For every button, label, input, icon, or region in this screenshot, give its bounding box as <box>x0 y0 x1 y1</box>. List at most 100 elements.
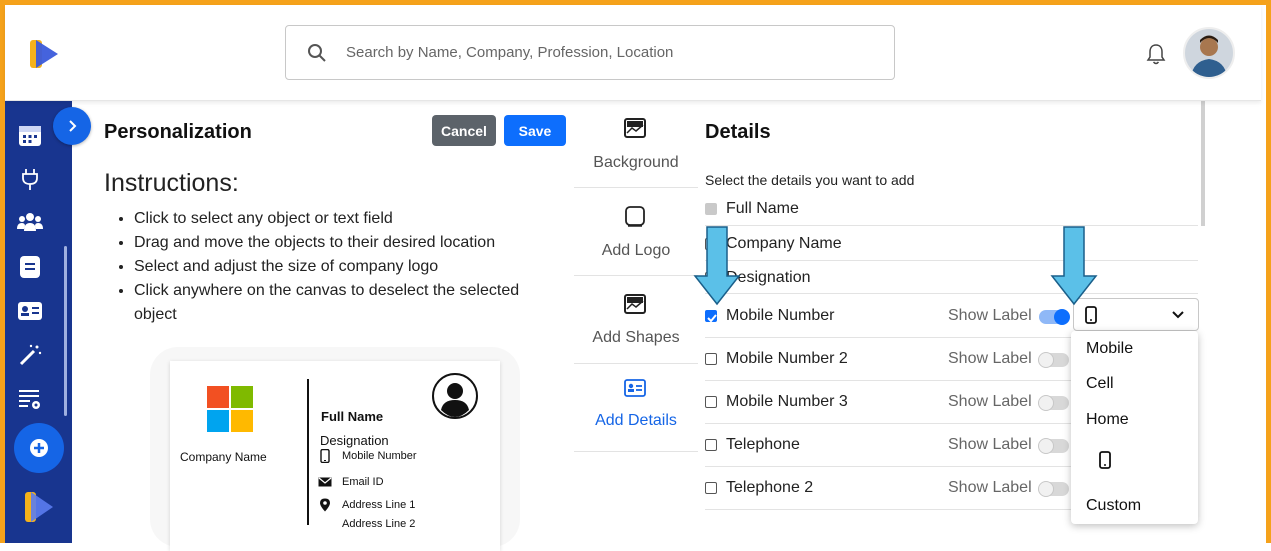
team-icon[interactable] <box>17 209 43 235</box>
show-label-text: Show Label <box>948 436 1032 453</box>
business-card-canvas[interactable]: Company Name Full Name Designation Mobil… <box>170 361 500 551</box>
detail-label: Full Name <box>726 200 799 217</box>
phone-icon <box>1085 306 1097 324</box>
list-settings-icon[interactable] <box>17 386 43 412</box>
show-label-toggle[interactable] <box>1039 309 1070 325</box>
checkbox[interactable] <box>705 482 717 494</box>
brand-logo-icon <box>25 492 53 522</box>
card-designation[interactable]: Designation <box>320 433 389 448</box>
checkbox[interactable] <box>705 396 717 408</box>
tab-label: Add Details <box>595 412 677 429</box>
card-mobile: Mobile Number <box>342 450 417 462</box>
checkbox[interactable] <box>705 353 717 365</box>
show-label-toggle[interactable] <box>1038 395 1069 411</box>
document-icon[interactable] <box>17 254 43 280</box>
user-avatar[interactable] <box>1183 27 1235 79</box>
expand-sidebar-button[interactable] <box>53 107 91 145</box>
detail-label: Mobile Number 2 <box>726 350 848 367</box>
search-box[interactable] <box>285 25 895 80</box>
menu-item-mobile[interactable]: Mobile <box>1086 340 1133 358</box>
detail-row-company-name[interactable]: Company Name <box>705 226 1198 261</box>
detail-label: Telephone 2 <box>726 479 814 496</box>
instructions-title: Instructions: <box>104 169 239 197</box>
instruction-item: Click to select any object or text field <box>134 207 564 231</box>
image-icon <box>624 294 646 314</box>
card-full-name[interactable]: Full Name <box>321 409 383 424</box>
page-title: Personalization <box>104 121 252 143</box>
show-label-text: Show Label <box>948 307 1032 324</box>
detail-label: Mobile Number <box>726 307 835 324</box>
show-label-toggle[interactable] <box>1038 481 1069 497</box>
plus-circle-icon <box>30 439 48 457</box>
person-icon[interactable] <box>432 373 478 419</box>
menu-item-cell[interactable]: Cell <box>1086 375 1114 393</box>
tab-add-logo[interactable]: Add Logo <box>574 189 698 276</box>
tab-label: Add Shapes <box>592 329 680 346</box>
checkbox[interactable] <box>705 203 717 215</box>
plug-icon[interactable] <box>17 166 43 192</box>
detail-label: Company Name <box>726 235 842 252</box>
check-icon <box>707 314 717 323</box>
card-address-line-1[interactable]: Address Line 1 <box>318 498 415 512</box>
tab-label: Add Logo <box>601 242 671 259</box>
add-button[interactable] <box>14 423 64 473</box>
image-icon <box>624 118 646 138</box>
card-email-line[interactable]: Email ID <box>318 475 384 489</box>
show-label-toggle[interactable] <box>1038 352 1069 368</box>
chevron-right-icon <box>69 120 77 132</box>
annotation-arrow-icon <box>693 226 741 306</box>
contact-card-icon[interactable] <box>17 298 43 324</box>
tab-add-shapes[interactable]: Add Shapes <box>574 277 698 364</box>
show-label-text: Show Label <box>948 479 1032 496</box>
details-title: Details <box>705 121 771 143</box>
card-divider[interactable] <box>307 379 309 525</box>
phone-icon <box>1099 451 1111 469</box>
search-icon <box>308 43 326 62</box>
sidebar-scrollbar[interactable] <box>64 246 67 416</box>
card-company-name[interactable]: Company Name <box>180 450 267 464</box>
location-pin-icon <box>320 498 330 512</box>
tab-label: Background <box>593 154 679 171</box>
instruction-item: Click anywhere on the canvas to deselect… <box>134 279 564 327</box>
instructions-list: Click to select any object or text field… <box>134 207 564 327</box>
detail-row-full-name[interactable]: Full Name <box>705 199 1198 226</box>
instruction-item: Select and adjust the size of company lo… <box>134 255 564 279</box>
details-scrollbar[interactable] <box>1201 101 1205 226</box>
calendar-icon[interactable] <box>17 122 43 148</box>
save-button[interactable]: Save <box>504 115 566 146</box>
search-input[interactable] <box>346 44 866 61</box>
card-address-1: Address Line 1 <box>342 499 416 511</box>
app-logo-icon[interactable] <box>26 36 62 72</box>
menu-item-phone[interactable] <box>1098 451 1112 474</box>
tab-add-details[interactable]: Add Details <box>574 365 698 452</box>
detail-row-designation[interactable]: Designation <box>705 261 1198 294</box>
chevron-down-icon <box>1172 311 1184 319</box>
bell-icon[interactable] <box>1145 42 1167 66</box>
tab-background[interactable]: Background <box>574 101 698 188</box>
show-label-toggle[interactable] <box>1038 438 1069 454</box>
details-subtitle: Select the details you want to add <box>705 172 915 188</box>
detail-label: Telephone <box>726 436 800 453</box>
square-icon <box>625 206 645 227</box>
phone-icon <box>320 449 330 463</box>
detail-label: Mobile Number 3 <box>726 393 848 410</box>
menu-item-home[interactable]: Home <box>1086 411 1129 429</box>
card-email: Email ID <box>342 476 384 488</box>
label-type-menu: Mobile Cell Home Custom <box>1071 331 1198 524</box>
card-address-line-2[interactable]: Address Line 2 <box>342 518 415 530</box>
magic-wand-icon[interactable] <box>17 342 43 368</box>
company-logo[interactable] <box>207 386 253 432</box>
checkbox[interactable] <box>705 439 717 451</box>
id-card-icon <box>624 379 646 397</box>
menu-item-custom[interactable]: Custom <box>1086 497 1141 515</box>
annotation-arrow-icon <box>1050 226 1098 306</box>
top-header <box>5 5 1261 101</box>
card-mobile-line[interactable]: Mobile Number <box>318 449 417 463</box>
show-label-text: Show Label <box>948 393 1032 410</box>
cancel-button[interactable]: Cancel <box>432 115 496 146</box>
checkbox[interactable] <box>705 310 717 323</box>
editor-tabs: Background Add Logo Add Shapes Add Detai… <box>574 101 698 457</box>
sidebar <box>5 101 72 543</box>
show-label-text: Show Label <box>948 350 1032 367</box>
card-address-2: Address Line 2 <box>342 518 416 530</box>
